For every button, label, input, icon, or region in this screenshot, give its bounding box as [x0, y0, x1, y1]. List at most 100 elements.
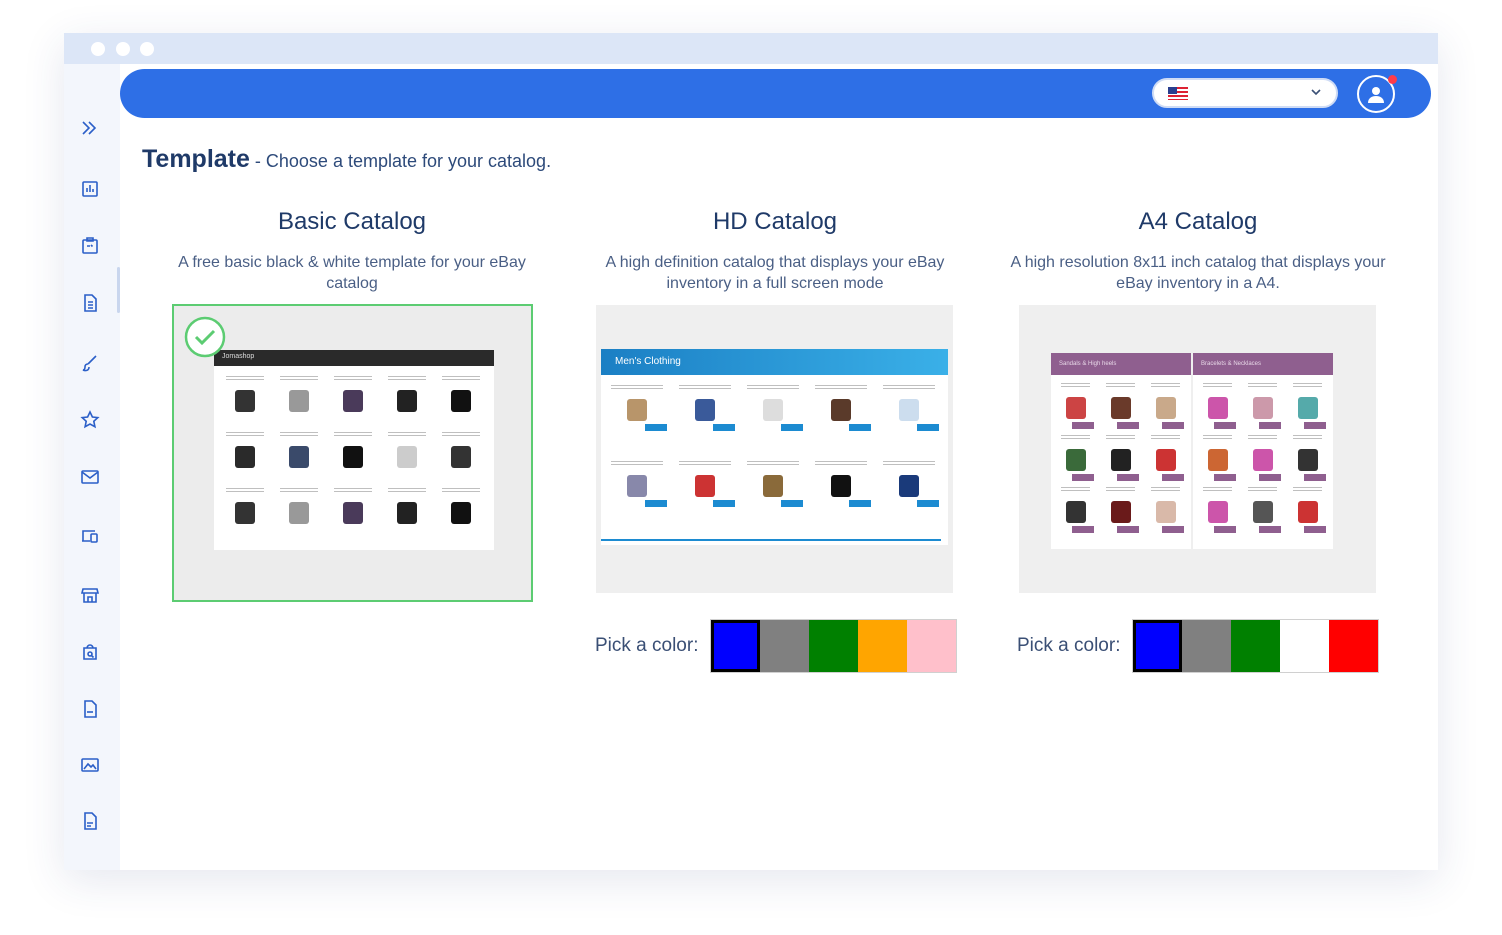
mail-icon[interactable]	[78, 465, 102, 489]
store-icon[interactable]	[78, 583, 102, 607]
preview-product-image	[451, 446, 471, 468]
a4-preview-page-left: Sandals & High heels	[1051, 353, 1191, 549]
preview-product-image	[1065, 449, 1086, 471]
color-swatch[interactable]	[1133, 620, 1183, 672]
preview-product-image	[1110, 397, 1131, 419]
preview-product-text	[747, 461, 799, 467]
template-title: A4 Catalog	[1138, 208, 1258, 235]
top-bar	[120, 69, 1431, 118]
hd-swatches	[710, 619, 958, 673]
preview-product-text	[883, 461, 935, 467]
preview-price-tag	[713, 500, 735, 507]
a4-preview-header: Bracelets & Necklaces	[1193, 353, 1333, 375]
clipboard-icon[interactable]	[78, 234, 102, 258]
preview-product-cell	[809, 461, 873, 509]
dashboard-chart-icon[interactable]	[78, 177, 102, 201]
color-swatch[interactable]	[907, 620, 957, 672]
color-swatch[interactable]	[1182, 620, 1232, 672]
language-select[interactable]	[1152, 78, 1338, 108]
preview-product-cell	[1100, 487, 1141, 535]
a4-preview-header-text: Bracelets & Necklaces	[1201, 361, 1262, 367]
preview-product-text	[1248, 487, 1277, 493]
basic-preview-header: Jomashop	[214, 350, 494, 366]
preview-price-tag	[1162, 422, 1184, 429]
preview-price-tag	[645, 424, 667, 431]
preview-product-cell	[1055, 435, 1096, 483]
preview-price-tag	[1162, 474, 1184, 481]
template-description: A high definition catalog that displays …	[605, 254, 945, 292]
bag-search-icon[interactable]	[78, 640, 102, 664]
hd-color-picker: Pick a color:	[595, 619, 958, 673]
preview-product-image	[235, 390, 255, 412]
preview-product-text	[1248, 383, 1277, 389]
preview-product-cell	[1242, 487, 1283, 535]
template-preview-a4[interactable]: Sandals & High heels Bracelets & Necklac…	[1019, 305, 1376, 593]
image-icon[interactable]	[78, 753, 102, 777]
preview-product-image	[1252, 397, 1273, 419]
template-preview-hd[interactable]: Men's Clothing	[596, 305, 953, 593]
text-file-icon[interactable]	[78, 809, 102, 833]
preview-product-image	[695, 475, 715, 497]
preview-product-cell	[605, 461, 669, 509]
selected-check-icon	[184, 316, 226, 358]
template-card-basic: Basic Catalog A free basic black & white…	[162, 208, 542, 296]
preview-product-cell	[741, 385, 805, 433]
a4-preview-page-right: Bracelets & Necklaces	[1193, 353, 1333, 549]
color-swatch[interactable]	[1280, 620, 1330, 672]
color-swatch[interactable]	[711, 620, 761, 672]
preview-product-cell	[809, 385, 873, 433]
star-icon[interactable]	[78, 408, 102, 432]
preview-product-text	[815, 385, 867, 391]
preview-product-image	[343, 502, 363, 524]
pick-color-label: Pick a color:	[595, 635, 699, 656]
preview-product-text	[611, 385, 663, 391]
template-preview-basic[interactable]: Jomashop	[172, 304, 533, 602]
preview-product-text	[442, 432, 480, 438]
a4-preview-header: Sandals & High heels	[1051, 353, 1191, 375]
expand-icon[interactable]	[78, 116, 102, 140]
preview-price-tag	[917, 500, 939, 507]
preview-product-cell	[328, 376, 378, 424]
preview-price-tag	[1117, 474, 1139, 481]
pdf-file-icon[interactable]	[78, 697, 102, 721]
template-title: Basic Catalog	[277, 208, 427, 235]
brush-icon[interactable]	[78, 351, 102, 375]
preview-product-text	[388, 488, 426, 494]
document-icon[interactable]	[78, 291, 102, 315]
preview-product-text	[679, 385, 731, 391]
preview-product-text	[442, 376, 480, 382]
preview-product-image	[1252, 449, 1273, 471]
preview-price-tag	[713, 424, 735, 431]
preview-product-text	[1151, 383, 1180, 389]
preview-product-image	[1297, 449, 1318, 471]
color-swatch[interactable]	[1329, 620, 1379, 672]
preview-product-cell	[741, 461, 805, 509]
preview-product-image	[397, 390, 417, 412]
devices-icon[interactable]	[78, 524, 102, 548]
preview-product-cell	[220, 488, 270, 536]
app-window: Template - Choose a template for your ca…	[64, 33, 1438, 870]
preview-product-text	[334, 376, 372, 382]
notification-badge	[1388, 75, 1397, 84]
color-swatch[interactable]	[760, 620, 810, 672]
preview-product-cell	[436, 432, 486, 480]
color-swatch[interactable]	[809, 620, 859, 672]
hd-preview-page: Men's Clothing	[601, 349, 948, 545]
template-title: HD Catalog	[712, 208, 838, 235]
color-swatch[interactable]	[858, 620, 908, 672]
preview-product-cell	[1287, 435, 1328, 483]
preview-product-cell	[1197, 435, 1238, 483]
color-swatch[interactable]	[1231, 620, 1281, 672]
preview-price-tag	[849, 500, 871, 507]
preview-product-text	[280, 432, 318, 438]
preview-product-text	[1106, 435, 1135, 441]
preview-product-image	[1297, 397, 1318, 419]
template-card-hd: HD Catalog A high definition catalog tha…	[585, 208, 965, 296]
hd-preview-footer-line	[601, 539, 941, 541]
window-dot	[116, 42, 130, 56]
a4-swatches	[1132, 619, 1380, 673]
preview-product-text	[611, 461, 663, 467]
preview-product-image	[1110, 449, 1131, 471]
preview-product-image	[627, 399, 647, 421]
preview-product-cell	[382, 432, 432, 480]
